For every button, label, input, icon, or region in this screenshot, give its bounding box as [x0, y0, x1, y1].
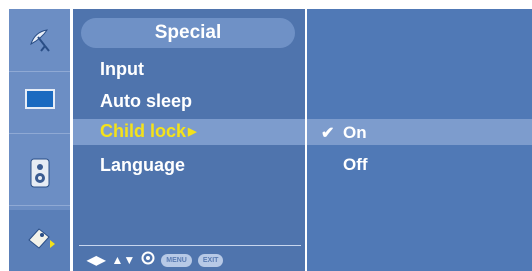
- osd-menu: Special Input Auto sleep Child lock ▶ Lan…: [0, 0, 532, 271]
- strip-divider: [9, 205, 70, 206]
- menu-item-auto-sleep[interactable]: Auto sleep: [100, 91, 192, 112]
- submenu-arrow-icon: ▶: [188, 126, 197, 138]
- left-right-arrows-icon: ◀▶: [87, 253, 106, 267]
- navigation-hints: ◀▶ ▲▼ MENU EXIT: [87, 251, 224, 270]
- options-panel: ✔ On Off: [307, 9, 532, 271]
- menu-title: Special: [81, 18, 295, 48]
- menu-item-child-lock-label: Child lock: [100, 121, 187, 141]
- menu-button[interactable]: MENU: [161, 253, 192, 267]
- option-highlight: [307, 119, 532, 145]
- up-down-arrows-icon: ▲▼: [111, 253, 136, 267]
- checkmark-icon: ✔: [321, 125, 335, 142]
- category-picture[interactable]: [9, 75, 70, 127]
- exit-button[interactable]: EXIT: [197, 253, 224, 267]
- footer-divider: [79, 245, 301, 246]
- menu-item-language[interactable]: Language: [100, 155, 185, 176]
- category-strip: [9, 9, 70, 271]
- menu-item-input[interactable]: Input: [100, 59, 144, 80]
- sound-speaker-icon: [29, 157, 51, 194]
- special-tag-icon: [22, 220, 58, 261]
- category-setup[interactable]: [9, 15, 70, 67]
- menu-item-child-lock[interactable]: Child lock ▶: [100, 121, 196, 142]
- option-off[interactable]: Off: [343, 155, 368, 175]
- category-special[interactable]: [9, 210, 70, 271]
- satellite-dish-icon: [25, 24, 55, 59]
- option-on[interactable]: On: [343, 123, 367, 143]
- menu-panel: Special Input Auto sleep Child lock ▶ Lan…: [73, 9, 305, 271]
- strip-divider: [9, 71, 70, 72]
- ok-circle-icon: [141, 251, 155, 270]
- picture-screen-icon: [24, 87, 56, 116]
- category-sound[interactable]: [9, 149, 70, 201]
- strip-divider: [9, 133, 70, 134]
